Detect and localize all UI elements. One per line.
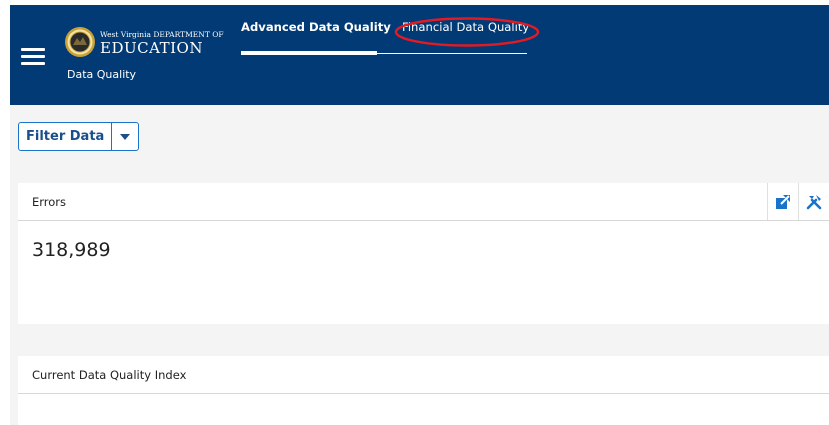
tools-icon[interactable] <box>798 183 829 220</box>
filter-data-dropdown[interactable]: Filter Data <box>18 122 140 151</box>
errors-card-header: Errors <box>18 183 829 221</box>
expand-icon[interactable] <box>767 183 798 220</box>
errors-count-value: 318,989 <box>32 239 111 261</box>
card-toolbar <box>767 183 829 220</box>
index-card-title: Current Data Quality Index <box>32 368 187 382</box>
top-header: West Virginia DEPARTMENT OF EDUCATION Da… <box>10 5 829 105</box>
tab-advanced-data-quality[interactable]: Advanced Data Quality <box>241 20 391 34</box>
state-seal-icon <box>65 27 95 57</box>
hamburger-icon[interactable] <box>21 48 45 66</box>
index-card-header: Current Data Quality Index <box>18 356 829 394</box>
errors-card-title: Errors <box>32 195 67 209</box>
logo-small-text: West Virginia DEPARTMENT OF <box>100 30 224 39</box>
active-tab-indicator <box>241 51 377 55</box>
tab-financial-data-quality[interactable]: Financial Data Quality <box>402 20 529 34</box>
app-subtitle: Data Quality <box>67 68 137 81</box>
data-quality-index-card: Current Data Quality Index <box>18 356 829 425</box>
wv-education-logo[interactable]: West Virginia DEPARTMENT OF EDUCATION <box>64 26 224 66</box>
logo-main-text: EDUCATION <box>100 39 203 57</box>
app-window: West Virginia DEPARTMENT OF EDUCATION Da… <box>10 5 829 425</box>
filter-data-button[interactable]: Filter Data <box>19 123 113 150</box>
caret-down-icon[interactable] <box>112 123 138 150</box>
errors-card: Errors 318,989 <box>18 183 829 324</box>
